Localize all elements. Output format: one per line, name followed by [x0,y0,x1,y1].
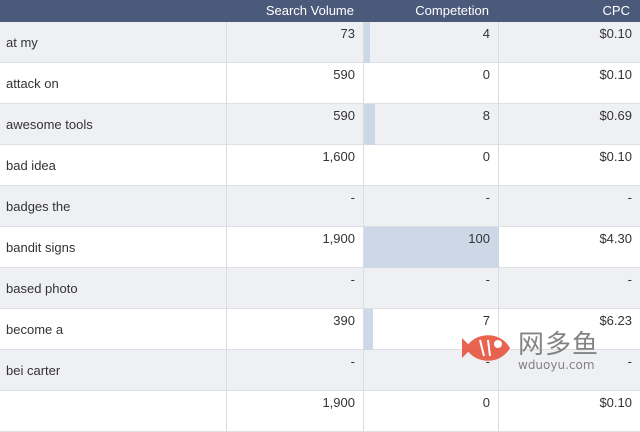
competition-cell: 8 [364,104,499,145]
table-row[interactable]: awesome tools 590 8 $0.69 [0,104,640,145]
competition-value: 4 [482,26,490,41]
keyword-cell[interactable]: awesome tools [0,104,227,145]
search-volume-cell: 1,900 [227,391,364,431]
cpc-cell: $0.10 [599,67,632,82]
cpc-cell: $4.30 [599,231,632,246]
competition-cell: 0 [364,145,499,186]
competition-value: - [485,354,490,369]
cpc-cell: $0.10 [599,149,632,164]
cpc-cell: $0.10 [599,395,632,410]
competition-cell: - [364,186,499,227]
competition-value: 0 [482,149,490,164]
search-volume-cell: - [227,350,364,391]
table-row[interactable]: bad idea 1,600 0 $0.10 [0,145,640,186]
search-volume-cell: 1,900 [227,227,364,268]
competition-cell: 4 [364,22,499,63]
watermark-title: 网多鱼 [518,330,600,360]
search-volume-cell: - [227,268,364,309]
competition-value: - [485,190,490,205]
competition-bar [364,104,375,145]
competition-bar [364,309,374,350]
cpc-cell: $0.69 [599,108,632,123]
watermark-subtitle: wduoyu.com [518,358,595,372]
competition-value: 100 [468,231,490,246]
cpc-cell: $0.10 [599,26,632,41]
competition-bar [364,22,370,63]
search-volume-cell: 1,600 [227,145,364,186]
keyword-cell[interactable]: based photo [0,268,227,309]
keyword-cell[interactable]: become a [0,309,227,350]
competition-value: 7 [482,313,490,328]
keyword-cell[interactable]: attack on [0,63,227,104]
competition-value: 8 [482,108,490,123]
competition-cell: 100 [364,227,499,268]
table-row[interactable]: based photo - - - [0,268,640,309]
cpc-cell: - [627,190,632,205]
header-keyword [0,0,227,22]
table-row[interactable]: 1,900 0 $0.10 [0,391,640,432]
table-row[interactable]: attack on 590 0 $0.10 [0,63,640,104]
competition-cell: - [364,268,499,309]
keyword-cell[interactable]: bandit signs [0,227,227,268]
competition-value: - [485,272,490,287]
search-volume-cell: 390 [227,309,364,350]
competition-cell: 0 [364,391,499,431]
table-row[interactable]: bandit signs 1,900 100 $4.30 [0,227,640,268]
search-volume-cell: 590 [227,104,364,145]
competition-cell: 0 [364,63,499,104]
table-row[interactable]: badges the - - - [0,186,640,227]
keyword-cell[interactable]: badges the [0,186,227,227]
keyword-cell[interactable]: at my [0,22,227,63]
watermark-logo: 网多鱼 wduoyu.com [460,320,600,380]
search-volume-cell: 590 [227,63,364,104]
competition-value: 0 [482,67,490,82]
competition-value: 0 [482,395,490,410]
search-volume-cell: 73 [227,22,364,63]
table-header: Search Volume Competetion CPC [0,0,640,22]
cpc-cell: - [627,272,632,287]
keyword-cell[interactable]: bad idea [0,145,227,186]
header-cpc[interactable]: CPC [499,0,640,22]
header-search-volume[interactable]: Search Volume [227,0,364,22]
header-competition[interactable]: Competetion [364,0,499,22]
keyword-cell[interactable]: bei carter [0,350,227,391]
table-row[interactable]: at my 73 4 $0.10 [0,22,640,63]
search-volume-cell: - [227,186,364,227]
keyword-cell[interactable] [0,391,227,431]
